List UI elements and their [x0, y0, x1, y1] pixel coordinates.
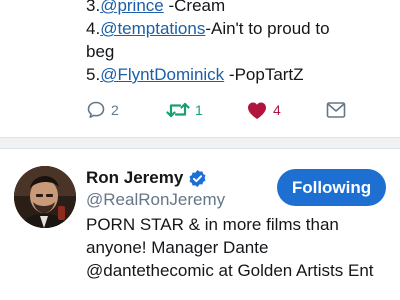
avatar-image: [14, 166, 76, 228]
tweet-actions: 2 1 4: [86, 99, 376, 121]
verified-badge-icon: [189, 169, 206, 187]
user-handle: @RealRonJeremy: [86, 190, 226, 209]
line-text: -PopTartZ: [224, 65, 304, 84]
reply-count: 2: [111, 102, 119, 118]
retweet-button[interactable]: 1: [166, 99, 203, 121]
display-name[interactable]: Ron Jeremy: [86, 168, 183, 188]
tweet-line: 5.@FlyntDominick -PopTartZ: [86, 63, 386, 86]
message-icon: [326, 102, 346, 118]
section-divider: [0, 137, 400, 149]
reply-button[interactable]: 2: [86, 99, 119, 121]
following-button[interactable]: Following: [277, 169, 386, 206]
avatar[interactable]: [14, 166, 76, 228]
tweet-text: 3.@prince -Cream 4.@temptations-Ain't to…: [86, 0, 386, 86]
retweet-icon: [166, 102, 190, 118]
mention-link[interactable]: @temptations: [100, 19, 205, 38]
list-number: 3.: [86, 0, 101, 15]
like-icon: [248, 102, 266, 119]
like-button[interactable]: 4: [246, 99, 281, 121]
retweet-count: 1: [195, 102, 203, 118]
tweet-card[interactable]: 3.@prince -Cream 4.@temptations-Ain't to…: [0, 0, 400, 137]
name-row: Ron Jeremy: [86, 167, 207, 189]
list-number: 4.: [86, 19, 101, 38]
like-count: 4: [273, 102, 281, 118]
user-bio: PORN STAR & in more films than anyone! M…: [86, 215, 374, 280]
mention-link[interactable]: @FlyntDominick: [100, 65, 224, 84]
list-number: 5.: [86, 65, 101, 84]
reply-icon: [87, 101, 105, 118]
message-button[interactable]: [326, 99, 346, 121]
line-text: -Ain't to proud to: [205, 19, 330, 38]
tweet-line: beg: [86, 40, 386, 63]
user-card[interactable]: Ron Jeremy @RealRonJeremy Following PORN…: [0, 149, 400, 300]
tweet-line: 4.@temptations-Ain't to proud to: [86, 17, 386, 40]
line-text: beg: [86, 42, 115, 61]
mention-link[interactable]: @prince: [100, 0, 164, 15]
tweet-line: 3.@prince -Cream: [86, 0, 386, 17]
line-text: -Cream: [163, 0, 226, 15]
